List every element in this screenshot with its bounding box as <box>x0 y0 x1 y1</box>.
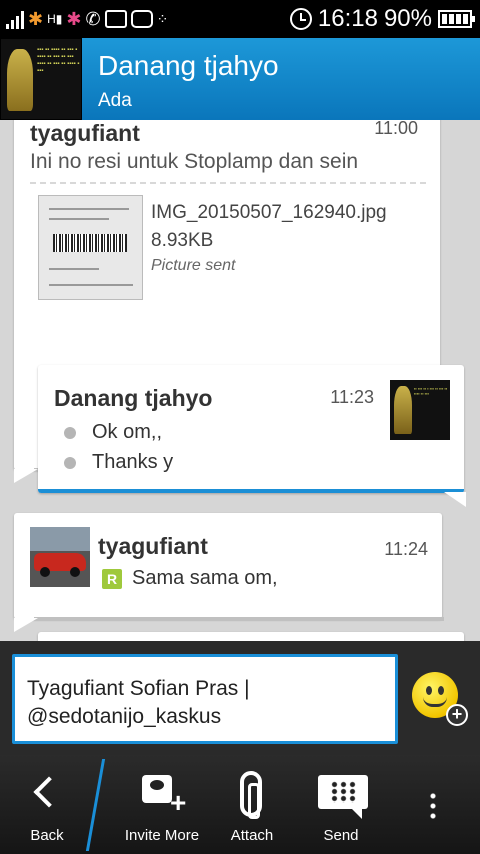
message-time: 11:00 <box>374 120 418 138</box>
bubble-shadow <box>34 617 444 621</box>
message-line: R Sama sama om, <box>102 567 278 590</box>
bbm-flower-icon: ✱ <box>66 9 82 29</box>
car-wheel <box>40 567 50 577</box>
smiley-eye <box>426 686 432 695</box>
divider <box>30 182 426 184</box>
bullet-dot <box>64 456 76 469</box>
barcode-image <box>53 234 127 252</box>
read-status-badge: R <box>102 568 122 589</box>
message-text: Ok om,, <box>92 421 163 443</box>
smiley-eye <box>438 686 444 695</box>
message-text: Thanks y <box>92 451 174 473</box>
alarm-icon <box>289 8 312 30</box>
message-text: Ini no resi untuk Stoplamp dan sein <box>30 150 359 173</box>
picture-thumbnail[interactable] <box>38 195 143 300</box>
bbm-flower-icon: ✱ <box>28 9 44 29</box>
statue-image <box>394 386 412 434</box>
send-label: Send <box>323 827 359 844</box>
message-bubble-outgoing[interactable]: Danang tjahyo 11:23 ▪▪ ▪▪▪ ▪▪ ▪ ▪▪▪ ▪▪ ▪… <box>38 365 466 507</box>
image-icon <box>104 10 127 28</box>
battery-percent: 90% <box>383 5 432 32</box>
back-button[interactable]: Back <box>0 755 94 854</box>
blackberry-logo-icon <box>330 781 358 803</box>
chevron-left-icon <box>33 776 65 808</box>
bubble-tail <box>14 618 38 632</box>
message-time: 11:23 <box>330 387 374 407</box>
add-emoticon-icon[interactable]: + <box>446 704 468 726</box>
bbm-chat-icon <box>130 10 153 28</box>
bubble-tail <box>14 469 38 483</box>
invite-label: Invite More <box>124 827 200 844</box>
hd-signal-icon: H▮ <box>47 12 63 26</box>
avatar-decoration: ▪▪ ▪▪▪ ▪▪ ▪ ▪▪▪ ▪▪ ▪▪▪ ▪▪ ▪▪▪▪ ▪▪ ▪▪▪ <box>414 386 448 396</box>
smiley-mouth <box>423 697 447 707</box>
avatar-decoration: ▪▪▪ ▪▪ ▪▪▪▪ ▪▪ ▪▪▪ ▪ ▪▪▪▪ ▪▪ ▪▪▪ ▪▪ ▪▪▪ … <box>37 47 80 74</box>
statue-image <box>7 49 33 111</box>
back-label: Back <box>30 827 64 844</box>
bullet-dot <box>64 426 76 439</box>
message-bubble-partial[interactable] <box>38 632 464 641</box>
message-input-line: Tyagufiant Sofian Pras | <box>27 677 250 700</box>
attach-button[interactable]: Attach <box>212 755 292 854</box>
add-contact-icon <box>142 775 172 803</box>
overflow-menu-button[interactable] <box>410 755 460 854</box>
message-line: Ok om,, <box>64 421 162 444</box>
message-time: 11:24 <box>384 539 428 559</box>
message-sender: tyagufiant <box>98 533 208 559</box>
contact-name: Danang tjahyo <box>98 50 279 81</box>
thumb-decoration <box>49 218 109 220</box>
sender-avatar <box>30 527 90 587</box>
send-button[interactable]: Send <box>296 755 386 854</box>
chat-header[interactable]: ▪▪▪ ▪▪ ▪▪▪▪ ▪▪ ▪▪▪ ▪ ▪▪▪▪ ▪▪ ▪▪▪ ▪▪ ▪▪▪ … <box>0 38 480 120</box>
attachment-filename: IMG_20150507_162940.jpg <box>151 202 387 223</box>
battery-icon <box>438 10 475 28</box>
sender-avatar: ▪▪ ▪▪▪ ▪▪ ▪ ▪▪▪ ▪▪ ▪▪▪ ▪▪ ▪▪▪▪ ▪▪ ▪▪▪ <box>390 380 450 440</box>
status-bar: ✱ H▮ ✱ ✆ ⁘ 16:18 90% <box>0 0 480 38</box>
more-vertical-icon <box>430 791 436 821</box>
contact-avatar[interactable]: ▪▪▪ ▪▪ ▪▪▪▪ ▪▪ ▪▪▪ ▪ ▪▪▪▪ ▪▪ ▪▪▪ ▪▪ ▪▪▪ … <box>0 38 82 120</box>
blackberry-icon: ⁘ <box>156 11 169 27</box>
read-indicator-bar <box>38 489 464 493</box>
status-icons-left: ✱ H▮ ✱ ✆ ⁘ <box>6 6 168 32</box>
attach-label: Attach <box>230 827 274 844</box>
message-sender: tyagufiant <box>30 120 140 146</box>
thumb-decoration <box>49 268 99 270</box>
whatsapp-icon: ✆ <box>85 9 101 29</box>
action-bar: Back + Invite More Attach Send <box>0 755 480 854</box>
paperclip-icon <box>240 771 262 819</box>
invite-more-button[interactable]: + Invite More <box>112 755 212 854</box>
chat-area[interactable]: tyagufiant 11:00 Ini no resi untuk Stopl… <box>0 120 480 641</box>
thumb-decoration <box>49 284 133 286</box>
message-input-line: @sedotanijo_kaskus <box>27 705 222 728</box>
thumb-decoration <box>49 208 129 210</box>
car-wheel <box>70 567 80 577</box>
bubble-tail <box>444 492 466 507</box>
message-input[interactable]: Tyagufiant Sofian Pras | @sedotanijo_kas… <box>12 654 398 744</box>
message-bubble-incoming[interactable]: tyagufiant 11:24 R Sama sama om, <box>14 513 444 632</box>
plus-icon: + <box>170 787 187 818</box>
contact-status: Ada <box>98 90 132 111</box>
clock: 16:18 <box>317 5 378 32</box>
message-sender: Danang tjahyo <box>54 385 213 411</box>
composer-bar: Tyagufiant Sofian Pras | @sedotanijo_kas… <box>0 641 480 755</box>
message-line: Thanks y <box>64 451 173 474</box>
signal-icon <box>6 9 24 29</box>
attachment-status: Picture sent <box>151 257 236 274</box>
status-icons-right: 16:18 90% <box>289 4 475 34</box>
message-text: Sama sama om, <box>132 567 278 589</box>
attachment-size: 8.93KB <box>151 230 214 251</box>
